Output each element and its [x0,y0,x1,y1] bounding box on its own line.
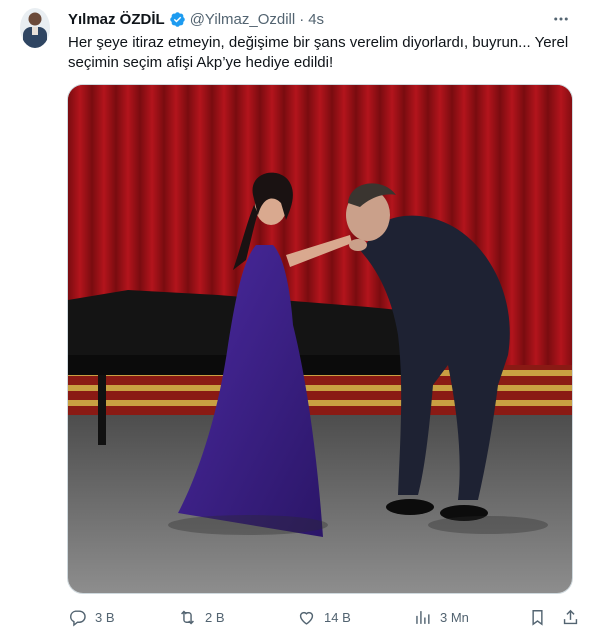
tweet-header: Yılmaz ÖZDİL @Yilmaz_Ozdill · 4s [68,9,579,29]
retweet-count: 2 B [205,609,225,625]
stage-photo-illustration [68,85,572,593]
separator-dot: · [299,10,305,28]
share-button[interactable] [561,604,580,630]
reply-icon [70,609,86,626]
author-name[interactable]: Yılmaz ÖZDİL [68,11,165,28]
timestamp[interactable]: 4s [308,11,324,28]
bookmark-icon [532,609,543,626]
more-options-icon[interactable] [549,9,573,29]
bookmark-button[interactable] [528,604,547,630]
tweet-photo[interactable] [67,84,573,594]
avatar[interactable] [20,8,50,48]
reply-count: 3 B [95,609,115,625]
heart-icon [299,611,314,625]
retweet-button[interactable]: 2 B [178,604,225,630]
retweet-icon [181,610,194,624]
tweet: Yılmaz ÖZDİL @Yilmaz_Ozdill · 4s Her şey… [0,0,589,635]
reply-button[interactable]: 3 B [68,604,115,630]
tweet-actions: 3 B 2 B 14 B 3 Mn [64,604,584,630]
views-button[interactable]: 3 Mn [413,604,469,630]
like-button[interactable]: 14 B [297,604,351,630]
like-count: 14 B [324,609,351,625]
views-count: 3 Mn [440,609,469,625]
share-icon [563,609,578,624]
verified-badge-icon[interactable] [169,11,186,28]
tweet-text: Her şeye itiraz etmeyin, değişime bir şa… [68,34,569,71]
author-handle[interactable]: @Yilmaz_Ozdill [190,11,296,28]
analytics-icon [416,610,430,624]
